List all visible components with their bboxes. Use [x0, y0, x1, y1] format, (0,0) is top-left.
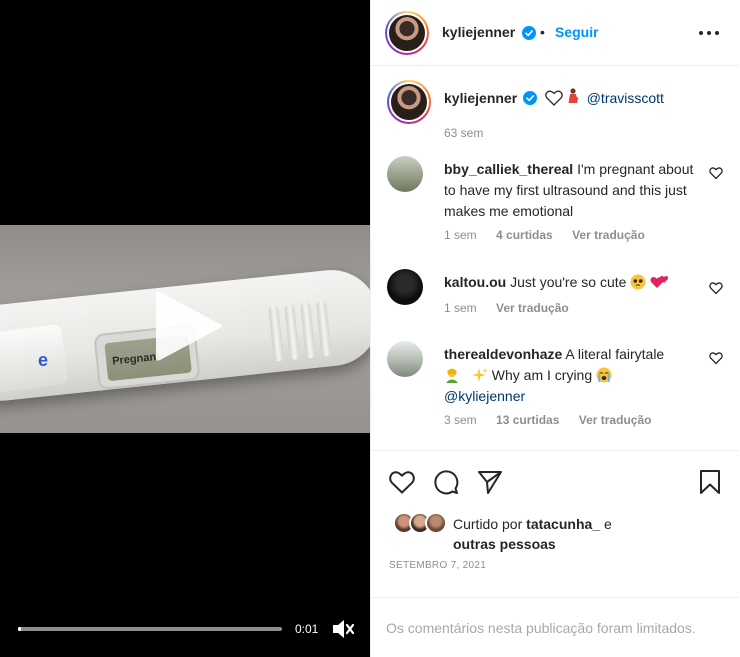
- more-icon[interactable]: [697, 24, 721, 42]
- comment-body: A literal fairytale: [565, 346, 665, 362]
- comment-age: 1 sem: [444, 228, 477, 242]
- liker-avatar: [425, 512, 447, 534]
- comment-avatar[interactable]: [387, 156, 423, 192]
- post-date[interactable]: SETEMBRO 7, 2021: [389, 560, 486, 571]
- caption-mention[interactable]: @travisscott: [587, 90, 664, 106]
- comment-likes[interactable]: 4 curtidas: [496, 228, 553, 242]
- comment-likes[interactable]: 13 curtidas: [496, 413, 559, 427]
- white-heart-emoji: [545, 90, 563, 106]
- liked-by-others[interactable]: outras pessoas: [453, 536, 556, 552]
- caption: kyliejenner @travisscott 63 sem: [387, 78, 727, 140]
- comment-meta: 3 sem 13 curtidas Ver tradução: [444, 413, 667, 427]
- comment-item: therealdevonhaze A literal fairytale Why…: [387, 341, 727, 431]
- comment-age: 1 sem: [444, 301, 477, 315]
- comment-text: kaltou.ou Just you're so cute: [444, 272, 704, 293]
- caption-username[interactable]: kyliejenner: [444, 90, 517, 106]
- lady-emoji: [446, 368, 458, 383]
- comment-username[interactable]: therealdevonhaze: [444, 346, 562, 362]
- sparkles-emoji: [471, 368, 488, 382]
- comment-item: bby_calliek_thereal I'm pregnant about t…: [387, 156, 727, 246]
- test-brand-letter: e: [38, 350, 49, 370]
- comment-meta: 1 sem 4 curtidas Ver tradução: [444, 228, 661, 242]
- mute-icon[interactable]: [331, 618, 355, 640]
- verified-icon: [523, 91, 538, 105]
- caption-avatar[interactable]: [387, 80, 431, 124]
- post-header: kyliejenner • Seguir: [371, 0, 739, 66]
- video-player[interactable]: e Pregnant 0:01: [0, 0, 370, 657]
- comment-avatar[interactable]: [387, 269, 423, 305]
- heart-icon[interactable]: [388, 468, 416, 496]
- comment-text: therealdevonhaze A literal fairytale Why…: [444, 344, 699, 407]
- comment-icon[interactable]: [432, 468, 460, 496]
- crying-emoji: [596, 367, 612, 383]
- header-separator: •: [540, 24, 545, 40]
- verified-icon: [522, 26, 536, 40]
- comment-heart-icon[interactable]: [709, 281, 723, 295]
- comment-age: 3 sem: [444, 413, 477, 427]
- test-grip-ridges: [262, 296, 338, 367]
- translate-link[interactable]: Ver tradução: [496, 301, 569, 315]
- video-progress-fill: [18, 627, 21, 631]
- caption-text: kyliejenner @travisscott: [444, 88, 664, 106]
- translate-link[interactable]: Ver tradução: [572, 228, 645, 242]
- caption-age: 63 sem: [444, 126, 484, 140]
- video-progress-bar[interactable]: [18, 627, 282, 631]
- comment-heart-icon[interactable]: [709, 351, 723, 365]
- comment-heart-icon[interactable]: [709, 166, 723, 180]
- comments-limited-notice: Os comentários nesta publicação foram li…: [386, 620, 696, 636]
- liked-by-text: Curtido por tatacunha_ e outras pessoas: [453, 514, 653, 554]
- pleading-emoji: [630, 274, 646, 290]
- pregnant-emoji: [568, 88, 578, 103]
- comment-avatar[interactable]: [387, 341, 423, 377]
- liked-by-conj: e: [603, 516, 612, 532]
- comment-body-2: Why am I crying: [491, 367, 593, 383]
- save-icon[interactable]: [696, 468, 724, 496]
- post-panel: kyliejenner • Seguir kyliejenner @travis…: [370, 0, 740, 657]
- likers-avatars[interactable]: [393, 512, 453, 536]
- comments-list: kyliejenner @travisscott 63 sem bby_call…: [371, 67, 739, 451]
- comment-username[interactable]: bby_calliek_thereal: [444, 161, 573, 177]
- liked-by-user[interactable]: tatacunha_: [526, 516, 600, 532]
- comment-username[interactable]: kaltou.ou: [444, 274, 506, 290]
- post-actions: Curtido por tatacunha_ e outras pessoas …: [371, 452, 739, 598]
- comment-text: bby_calliek_thereal I'm pregnant about t…: [444, 159, 694, 222]
- header-username[interactable]: kyliejenner: [442, 24, 515, 40]
- avatar[interactable]: [385, 11, 429, 55]
- video-time: 0:01: [295, 622, 319, 636]
- translate-link[interactable]: Ver tradução: [579, 413, 652, 427]
- share-icon[interactable]: [476, 468, 504, 496]
- two-hearts-emoji: [650, 276, 669, 288]
- comment-body: Just you're so cute: [510, 274, 627, 290]
- video-controls: 0:01: [0, 608, 370, 648]
- liked-by-prefix: Curtido por: [453, 516, 523, 532]
- comment-item: kaltou.ou Just you're so cute 1 sem Ver …: [387, 269, 727, 319]
- play-icon[interactable]: [152, 288, 226, 364]
- comment-mention[interactable]: @kyliejenner: [444, 388, 525, 404]
- comment-meta: 1 sem Ver tradução: [444, 301, 585, 315]
- follow-button[interactable]: Seguir: [555, 24, 599, 40]
